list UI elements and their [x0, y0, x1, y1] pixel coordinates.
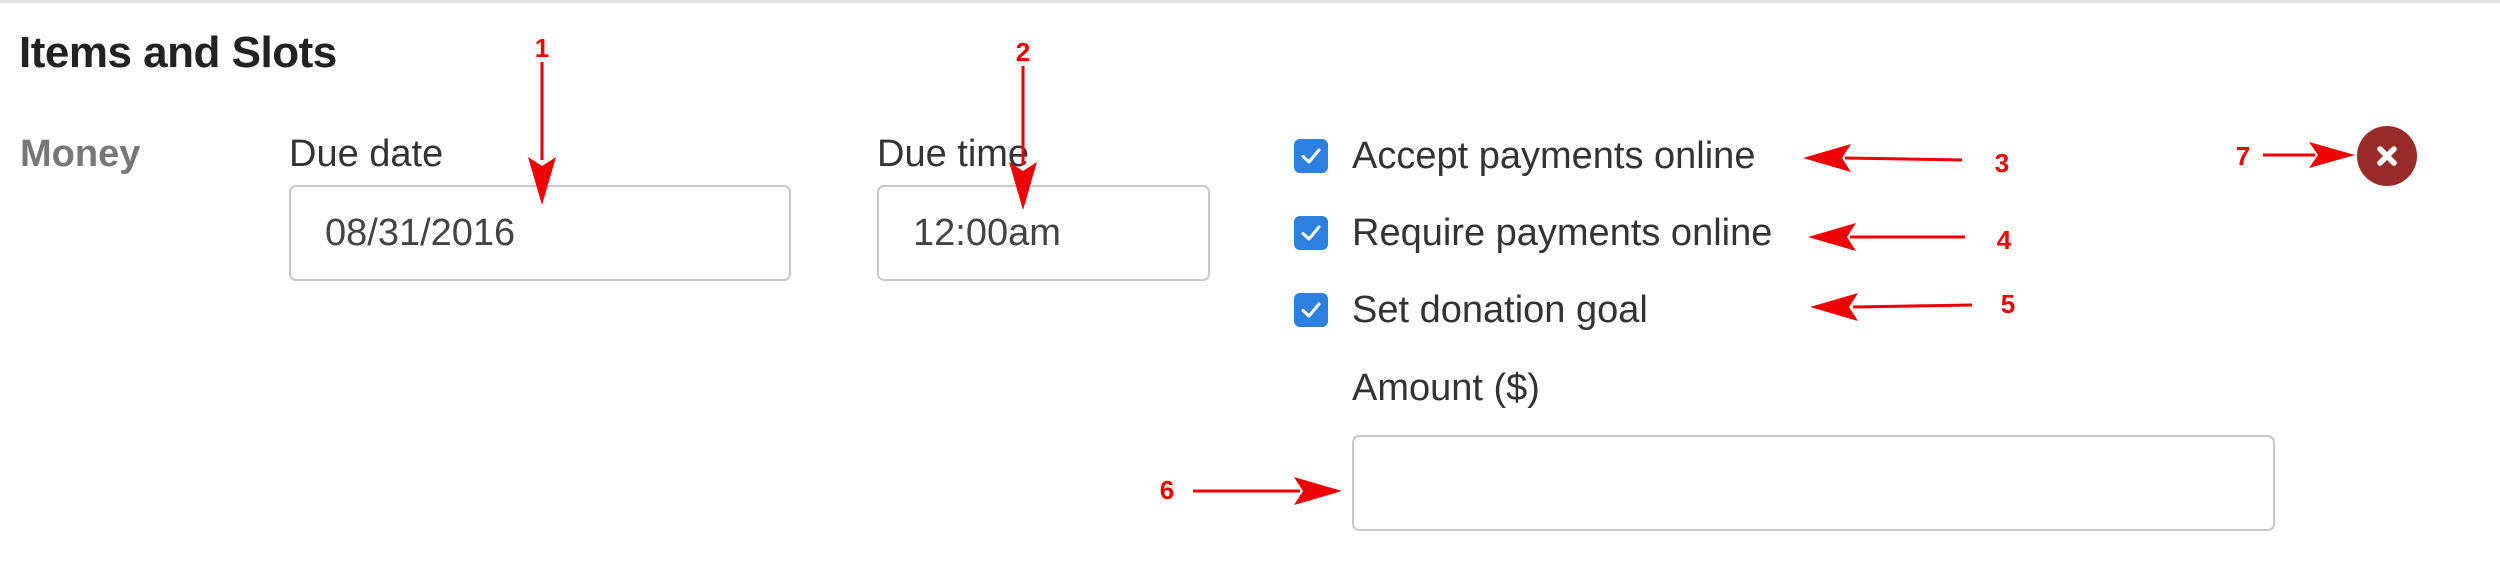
annotation-number: 3: [1994, 148, 2010, 178]
arrow-icon: [2263, 142, 2355, 168]
annotation-number: 4: [1996, 225, 2012, 255]
arrow-icon: [1808, 223, 1965, 251]
annotation-number: 6: [1159, 475, 1175, 505]
annotation-number: 5: [2000, 289, 2016, 319]
arrow-icon: [1009, 66, 1037, 210]
arrow-icon: [528, 62, 556, 205]
annotation-number: 2: [1015, 37, 1031, 67]
annotation-number: 7: [2235, 141, 2251, 171]
annotation-number: 1: [534, 33, 550, 63]
annotation-arrows: [528, 62, 2355, 505]
arrow-icon: [1810, 293, 1973, 321]
arrow-icon: [1803, 144, 1963, 172]
arrow-icon: [1193, 477, 1342, 505]
